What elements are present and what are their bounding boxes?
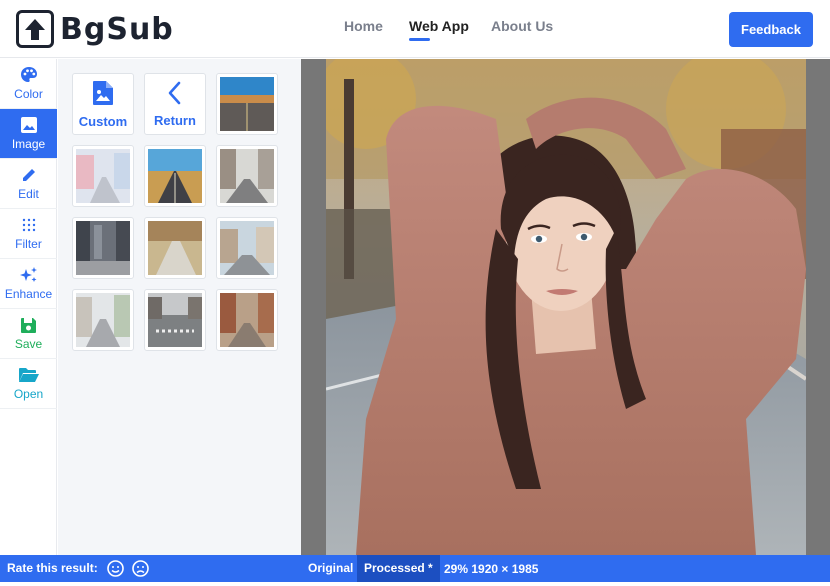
tool-image[interactable]: Image	[0, 109, 57, 159]
tool-edit[interactable]: Edit	[0, 159, 57, 209]
processed-photo	[326, 59, 806, 555]
tool-open[interactable]: Open	[0, 359, 57, 409]
nav-web-app[interactable]: Web App	[409, 18, 469, 34]
smiley-sad-icon[interactable]	[132, 560, 149, 577]
pencil-icon	[20, 166, 38, 184]
view-processed-button[interactable]: Processed *	[357, 555, 440, 582]
custom-background-button[interactable]: Custom	[72, 73, 134, 135]
image-file-icon	[92, 80, 114, 111]
palette-icon	[20, 66, 38, 84]
rate-label: Rate this result:	[7, 561, 98, 575]
background-thumbnail-city-street[interactable]	[216, 145, 278, 207]
nav-active-indicator	[409, 38, 430, 41]
custom-label: Custom	[78, 113, 128, 129]
folder-open-icon	[18, 366, 40, 384]
tool-save[interactable]: Save	[0, 309, 57, 359]
feedback-button[interactable]: Feedback	[729, 12, 813, 47]
background-thumbnail-brick-street[interactable]	[216, 289, 278, 351]
logo-icon	[16, 10, 54, 48]
background-thumbnail-skyscraper-street[interactable]	[72, 217, 134, 279]
status-bar: Rate this result: Original Processed * 2…	[0, 555, 830, 582]
bottom-edge	[0, 582, 830, 586]
sparkle-icon	[19, 266, 39, 284]
image-icon	[20, 116, 38, 134]
smiley-happy-icon[interactable]	[107, 560, 124, 577]
background-thumbnail-pastel-street[interactable]	[72, 145, 134, 207]
background-panel: Custom Return	[58, 59, 301, 555]
tool-filter-label: Filter	[15, 237, 42, 251]
preview-canvas[interactable]	[301, 59, 830, 555]
background-thumbnail-desert-road[interactable]	[144, 145, 206, 207]
tool-filter[interactable]: Filter	[0, 209, 57, 259]
return-button[interactable]: Return	[144, 73, 206, 135]
tool-enhance-label: Enhance	[4, 287, 53, 301]
chevron-left-icon	[167, 81, 183, 110]
tool-save-label: Save	[14, 337, 43, 351]
background-thumbnail-park-path[interactable]	[144, 217, 206, 279]
header: BgSub Home Web App About Us Feedback	[0, 0, 830, 58]
background-thumbnail-road-sky[interactable]	[216, 73, 278, 135]
background-thumbnail-alley-street[interactable]	[72, 289, 134, 351]
logo-text: BgSub	[60, 11, 174, 47]
grid-dots-icon	[21, 216, 37, 234]
background-thumbnail-town-street[interactable]	[216, 217, 278, 279]
tool-sidebar: Color Image Edit Filter Enhance Save Ope…	[0, 59, 57, 555]
tool-edit-label: Edit	[18, 187, 39, 201]
tool-open-label: Open	[13, 387, 44, 401]
view-original-button[interactable]: Original	[301, 555, 360, 582]
return-label: Return	[154, 112, 196, 128]
background-thumbnail-crosswalk-street[interactable]	[144, 289, 206, 351]
tool-enhance[interactable]: Enhance	[0, 259, 57, 309]
zoom-resolution-readout: 29% 1920 × 1985	[444, 562, 539, 576]
logo[interactable]: BgSub	[16, 10, 174, 48]
nav-home[interactable]: Home	[344, 18, 383, 34]
nav-about-us[interactable]: About Us	[491, 18, 553, 34]
tool-image-label: Image	[11, 137, 46, 151]
tool-color-label: Color	[14, 87, 43, 101]
floppy-disk-icon	[20, 316, 37, 334]
tool-color[interactable]: Color	[0, 59, 57, 109]
